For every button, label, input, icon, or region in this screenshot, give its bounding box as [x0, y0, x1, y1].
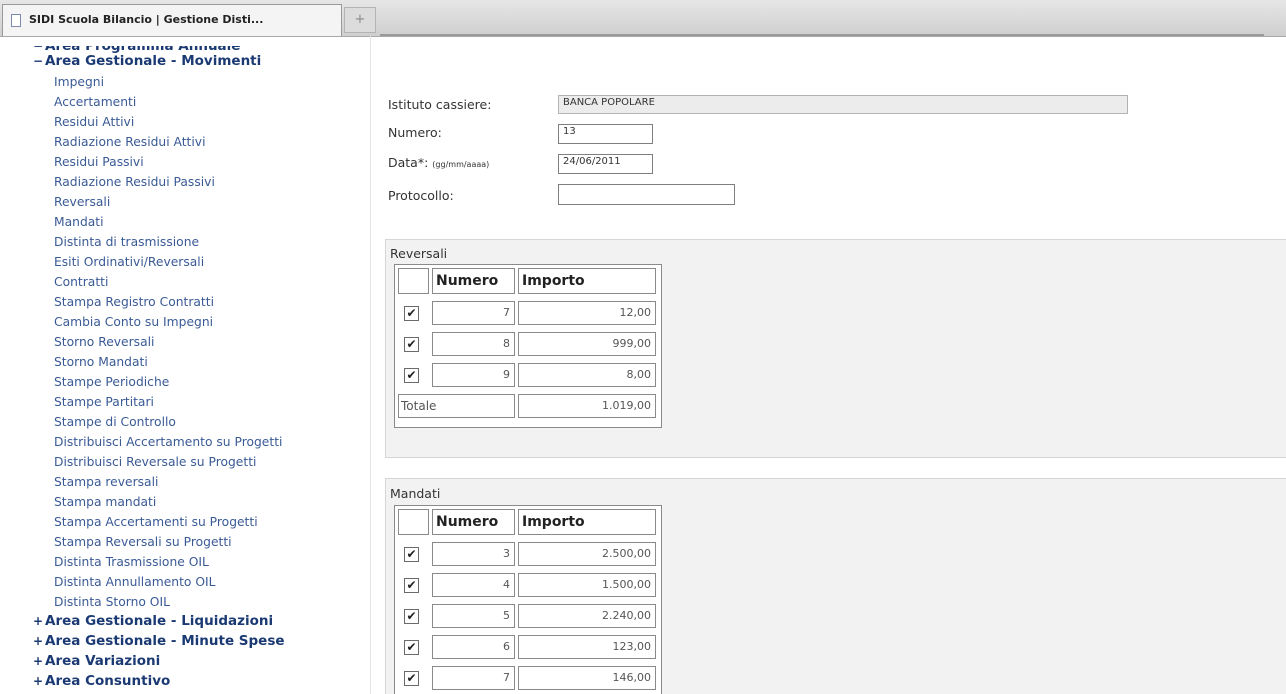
mandati-table: Numero Importo ✔ 3 2.500,00 ✔ 4 1.500,00 ✔ 5 2.240… [394, 505, 662, 694]
numero-cell: 4 [432, 573, 515, 597]
section-label: Area Gestionale - Minute Spese [45, 633, 285, 649]
numero-cell: 8 [432, 332, 515, 356]
numero-field[interactable]: 13 [558, 124, 653, 144]
sidebar-item[interactable]: Storno Mandati [54, 355, 148, 369]
mandati-title: Mandati [390, 486, 441, 501]
sidebar-item[interactable]: Stampe Partitari [54, 395, 154, 409]
numero-cell: 6 [432, 635, 515, 659]
importo-header: Importo [518, 268, 656, 294]
sidebar-item[interactable]: Mandati [54, 215, 104, 229]
sidebar-section-area-programma-annuale[interactable]: − Area Programma Annuale [33, 38, 241, 54]
numero-header: Numero [432, 509, 515, 535]
reversali-table: Numero Importo ✔ 7 12,00 ✔ 8 999,00 ✔ 9 8,00 Totale… [394, 264, 662, 428]
row-checkbox[interactable]: ✔ [404, 337, 419, 352]
importo-cell: 146,00 [518, 666, 656, 690]
totale-value: 1.019,00 [518, 394, 656, 418]
section-label: Area Consuntivo [45, 673, 171, 689]
sidebar-item[interactable]: Storno Reversali [54, 335, 154, 349]
section-label: Area Gestionale - Movimenti [45, 53, 262, 69]
row-checkbox[interactable]: ✔ [404, 547, 419, 562]
importo-cell: 2.500,00 [518, 542, 656, 566]
row-checkbox[interactable]: ✔ [404, 640, 419, 655]
row-checkbox[interactable]: ✔ [404, 306, 419, 321]
sidebar-item[interactable]: Stampa reversali [54, 475, 158, 489]
data-format-hint: (gg/mm/aaaa) [432, 160, 490, 169]
sidebar-item[interactable]: Reversali [54, 195, 110, 209]
sidebar-item[interactable]: Distribuisci Reversale su Progetti [54, 455, 256, 469]
row-checkbox[interactable]: ✔ [404, 578, 419, 593]
numero-cell: 7 [432, 666, 515, 690]
numero-cell: 7 [432, 301, 515, 325]
row-checkbox[interactable]: ✔ [404, 368, 419, 383]
collapse-icon: − [33, 39, 44, 53]
row-checkbox[interactable]: ✔ [404, 671, 419, 686]
protocollo-label: Protocollo: [388, 188, 454, 203]
select-header [398, 509, 429, 535]
sidebar-item[interactable]: Stampa Accertamenti su Progetti [54, 515, 258, 529]
tab-strip-line [380, 34, 1264, 36]
sidebar-item[interactable]: Stampe di Controllo [54, 415, 176, 429]
sidebar-item[interactable]: Impegni [54, 75, 104, 89]
sidebar-item[interactable]: Distribuisci Accertamento su Progetti [54, 435, 282, 449]
sidebar-section[interactable]: + Area Gestionale - Minute Spese [33, 633, 285, 649]
sidebar-item[interactable]: Distinta di trasmissione [54, 235, 199, 249]
protocollo-field[interactable] [558, 184, 735, 205]
sidebar-section[interactable]: + Area Consuntivo [33, 673, 170, 689]
istituto-cassiere-field: BANCA POPOLARE [558, 95, 1128, 114]
importo-header: Importo [518, 509, 656, 535]
sidebar-section[interactable]: + Area Variazioni [33, 653, 160, 669]
sidebar-item[interactable]: Esiti Ordinativi/Reversali [54, 255, 204, 269]
browser-tab[interactable]: SIDI Scuola Bilancio | Gestione Disti... [2, 4, 342, 36]
importo-cell: 123,00 [518, 635, 656, 659]
expand-icon: + [33, 634, 44, 648]
importo-cell: 999,00 [518, 332, 656, 356]
sidebar-item[interactable]: Accertamenti [54, 95, 136, 109]
numero-cell: 5 [432, 604, 515, 628]
sidebar-item[interactable]: Stampa Reversali su Progetti [54, 535, 232, 549]
sidebar-item[interactable]: Stampa mandati [54, 495, 156, 509]
data-label: Data*: (gg/mm/aaaa) [388, 155, 489, 170]
page-icon [11, 14, 21, 27]
expand-icon: + [33, 654, 44, 668]
sidebar-item[interactable]: Cambia Conto su Impegni [54, 315, 213, 329]
sidebar-item[interactable]: Distinta Annullamento OIL [54, 575, 216, 589]
section-label: Area Programma Annuale [45, 38, 241, 54]
collapse-icon: − [33, 54, 44, 68]
select-header [398, 268, 429, 294]
numero-label: Numero: [388, 125, 442, 140]
sidebar-item[interactable]: Distinta Trasmissione OIL [54, 555, 209, 569]
section-label: Area Variazioni [45, 653, 161, 669]
browser-tab-bar: SIDI Scuola Bilancio | Gestione Disti...… [0, 0, 1286, 37]
sidebar-section-area-gestionale-movimenti[interactable]: − Area Gestionale - Movimenti [33, 53, 261, 69]
importo-cell: 1.500,00 [518, 573, 656, 597]
numero-cell: 9 [432, 363, 515, 387]
data-label-text: Data*: [388, 155, 429, 170]
importo-cell: 8,00 [518, 363, 656, 387]
tab-title: SIDI Scuola Bilancio | Gestione Disti... [29, 13, 264, 26]
sidebar-item[interactable]: Contratti [54, 275, 108, 289]
sidebar-item[interactable]: Stampe Periodiche [54, 375, 169, 389]
section-label: Area Gestionale - Liquidazioni [45, 613, 274, 629]
istituto-label: Istituto cassiere: [388, 97, 492, 112]
importo-cell: 2.240,00 [518, 604, 656, 628]
sidebar-item[interactable]: Stampa Registro Contratti [54, 295, 214, 309]
sidebar-item[interactable]: Residui Attivi [54, 115, 134, 129]
expand-icon: + [33, 614, 44, 628]
row-checkbox[interactable]: ✔ [404, 609, 419, 624]
sidebar-item[interactable]: Radiazione Residui Passivi [54, 175, 215, 189]
reversali-title: Reversali [390, 246, 448, 261]
totale-label: Totale [398, 394, 515, 418]
sidebar-section[interactable]: + Area Gestionale - Liquidazioni [33, 613, 273, 629]
expand-icon: + [33, 674, 44, 688]
data-field[interactable]: 24/06/2011 [558, 154, 653, 174]
numero-cell: 3 [432, 542, 515, 566]
sidebar-item[interactable]: Distinta Storno OIL [54, 595, 170, 609]
numero-header: Numero [432, 268, 515, 294]
new-tab-button[interactable]: + [344, 7, 376, 33]
sidebar-item[interactable]: Residui Passivi [54, 155, 144, 169]
sidebar-divider [370, 36, 371, 694]
sidebar-item[interactable]: Radiazione Residui Attivi [54, 135, 205, 149]
sidebar-nav: − Area Programma Annuale − Area Gestionale… [0, 36, 372, 694]
importo-cell: 12,00 [518, 301, 656, 325]
